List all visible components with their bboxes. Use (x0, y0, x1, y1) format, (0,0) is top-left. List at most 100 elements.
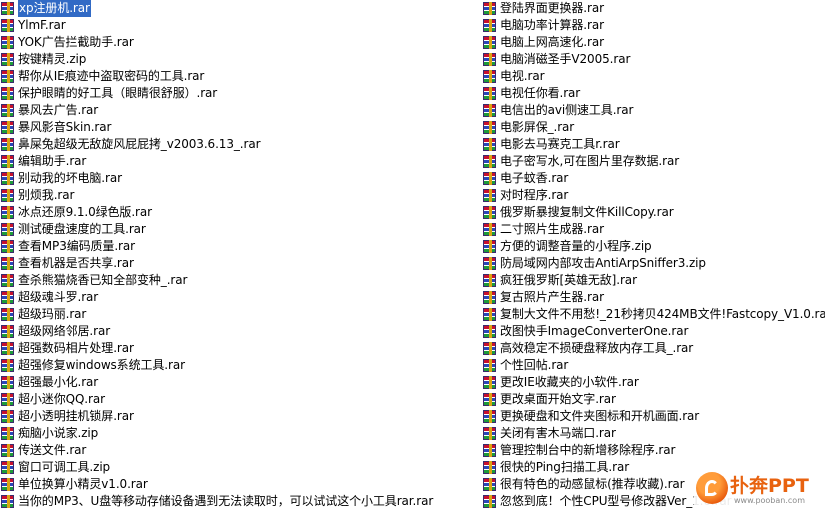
file-item[interactable]: 超级网络邻居.rar (0, 323, 480, 340)
file-item[interactable]: 电子蚊香.rar (482, 170, 825, 187)
file-item[interactable]: 超小迷你QQ.rar (0, 391, 480, 408)
file-item[interactable]: 改图快手ImageConverterOne.rar (482, 323, 825, 340)
file-item[interactable]: 电脑功率计算器.rar (482, 17, 825, 34)
file-item[interactable]: 按键精灵.zip (0, 51, 480, 68)
file-item[interactable]: 当你的MP3、U盘等移动存储设备遇到无法读取时，可以试试这个小工具rar.rar (0, 493, 480, 510)
file-item[interactable]: 复古照片产生器.rar (482, 289, 825, 306)
file-name: 暴风去广告.rar (18, 103, 99, 117)
file-item[interactable]: 俄罗斯暴搜复制文件KillCopy.rar (482, 204, 825, 221)
file-item[interactable]: 保护眼睛的好工具（眼睛很舒服）.rar (0, 85, 480, 102)
file-item[interactable]: 电影屏保_.rar (482, 119, 825, 136)
file-item[interactable]: 超小透明挂机锁屏.rar (0, 408, 480, 425)
file-item[interactable]: 查看MP3编码质量.rar (0, 238, 480, 255)
archive-file-icon (483, 104, 496, 117)
file-item[interactable]: 超级玛丽.rar (0, 306, 480, 323)
file-item[interactable]: 鼻屎兔超级无敌旋风屁屁拷_v2003.6.13_.rar (0, 136, 480, 153)
archive-file-icon (1, 478, 14, 491)
file-name: 复制大文件不用愁!_21秒拷贝424MB文件!Fastcopy_V1.0.rar (500, 307, 825, 321)
file-name: 传送文件.rar (18, 443, 87, 457)
archive-file-icon (1, 291, 14, 304)
file-item[interactable]: 更改IE收藏夹的小软件.rar (482, 374, 825, 391)
archive-file-icon (1, 444, 14, 457)
file-item[interactable]: 更换硬盘和文件夹图标和开机画面.rar (482, 408, 825, 425)
file-name: 超强数码相片处理.rar (18, 341, 134, 355)
archive-file-icon (483, 36, 496, 49)
file-item[interactable]: 电子密写水,可在图片里存数据.rar (482, 153, 825, 170)
file-name: 按键精灵.zip (18, 52, 87, 66)
file-name: 高效稳定不损硬盘释放内存工具_.rar (500, 341, 694, 355)
file-item[interactable]: 电信出的avi侧速工具.rar (482, 102, 825, 119)
file-name: 俄罗斯暴搜复制文件KillCopy.rar (500, 205, 674, 219)
file-item[interactable]: 测试硬盘速度的工具.rar (0, 221, 480, 238)
file-item[interactable]: 帮你从IE痕迹中盗取密码的工具.rar (0, 68, 480, 85)
file-item[interactable]: 高效稳定不损硬盘释放内存工具_.rar (482, 340, 825, 357)
file-item[interactable]: 管理控制台中的新增移除程序.rar (482, 442, 825, 459)
file-item[interactable]: 二寸照片生成器.rar (482, 221, 825, 238)
file-name: 更改IE收藏夹的小软件.rar (500, 375, 639, 389)
file-item[interactable]: 登陆界面更换器.rar (482, 0, 825, 17)
file-name: YlmF.rar (18, 18, 66, 32)
archive-file-icon (1, 206, 14, 219)
file-name: 疯狂俄罗斯[英雄无敌].rar (500, 273, 637, 287)
file-item[interactable]: 暴风影音Skin.rar (0, 119, 480, 136)
archive-file-icon (1, 393, 14, 406)
file-item[interactable]: 对时程序.rar (482, 187, 825, 204)
file-item[interactable]: 暴风去广告.rar (0, 102, 480, 119)
file-item[interactable]: 方便的调整音量的小程序.zip (482, 238, 825, 255)
archive-file-icon (483, 461, 496, 474)
archive-file-icon (1, 274, 14, 287)
archive-file-icon (483, 19, 496, 32)
file-item[interactable]: 电视.rar (482, 68, 825, 85)
archive-file-icon (1, 2, 14, 15)
file-item[interactable]: 更改桌面开始文字.rar (482, 391, 825, 408)
file-item[interactable]: 查看机器是否共享.rar (0, 255, 480, 272)
archive-file-icon (483, 325, 496, 338)
file-item[interactable]: 别动我的坏电脑.rar (0, 170, 480, 187)
file-item[interactable]: YlmF.rar (0, 17, 480, 34)
file-name: 痴脑小说家.zip (18, 426, 99, 440)
file-item[interactable]: 电视任你看.rar (482, 85, 825, 102)
file-item[interactable]: 关闭有害木马端口.rar (482, 425, 825, 442)
file-item[interactable]: 电脑上网高速化.rar (482, 34, 825, 51)
file-name: 个性回帖.rar (500, 358, 569, 372)
file-item[interactable]: 防局域网内部攻击AntiArpSniffer3.zip (482, 255, 825, 272)
file-item[interactable]: 个性回帖.rar (482, 357, 825, 374)
archive-file-icon (1, 53, 14, 66)
file-name: 超小迷你QQ.rar (18, 392, 105, 406)
file-item[interactable]: 痴脑小说家.zip (0, 425, 480, 442)
watermark-url: www.pooban.com (734, 496, 805, 505)
file-name: 电脑上网高速化.rar (500, 35, 604, 49)
file-item[interactable]: 超强数码相片处理.rar (0, 340, 480, 357)
archive-file-icon (1, 223, 14, 236)
archive-file-icon (1, 376, 14, 389)
file-item[interactable]: 电脑消磁圣手V2005.rar (482, 51, 825, 68)
file-item[interactable]: 电影去马赛克工具r.rar (482, 136, 825, 153)
archive-file-icon (1, 36, 14, 49)
archive-file-icon (483, 155, 496, 168)
file-name: 电信出的avi侧速工具.rar (500, 103, 634, 117)
archive-file-icon (483, 223, 496, 236)
file-name: 查看MP3编码质量.rar (18, 239, 135, 253)
file-item[interactable]: 疯狂俄罗斯[英雄无敌].rar (482, 272, 825, 289)
file-item[interactable]: 编辑助手.rar (0, 153, 480, 170)
archive-file-icon (1, 240, 14, 253)
archive-file-icon (483, 189, 496, 202)
file-name: 更改桌面开始文字.rar (500, 392, 616, 406)
file-name: 当你的MP3、U盘等移动存储设备遇到无法读取时，可以试试这个小工具rar.rar (18, 494, 434, 508)
file-item[interactable]: 复制大文件不用愁!_21秒拷贝424MB文件!Fastcopy_V1.0.rar (482, 306, 825, 323)
file-item[interactable]: 超强修复windows系统工具.rar (0, 357, 480, 374)
file-name: 超强最小化.rar (18, 375, 99, 389)
file-item[interactable]: YOK广告拦截助手.rar (0, 34, 480, 51)
file-item[interactable]: 窗口可调工具.zip (0, 459, 480, 476)
archive-file-icon (1, 87, 14, 100)
file-item[interactable]: 别烦我.rar (0, 187, 480, 204)
file-item[interactable]: 冰点还原9.1.0绿色版.rar (0, 204, 480, 221)
file-item[interactable]: 超级魂斗罗.rar (0, 289, 480, 306)
file-item[interactable]: xp注册机.rar (0, 0, 480, 17)
file-name: 方便的调整音量的小程序.zip (500, 239, 652, 253)
file-name: 保护眼睛的好工具（眼睛很舒服）.rar (18, 86, 218, 100)
file-item[interactable]: 单位换算小精灵v1.0.rar (0, 476, 480, 493)
file-item[interactable]: 超强最小化.rar (0, 374, 480, 391)
file-item[interactable]: 查杀熊猫烧香已知全部变种_.rar (0, 272, 480, 289)
file-item[interactable]: 传送文件.rar (0, 442, 480, 459)
